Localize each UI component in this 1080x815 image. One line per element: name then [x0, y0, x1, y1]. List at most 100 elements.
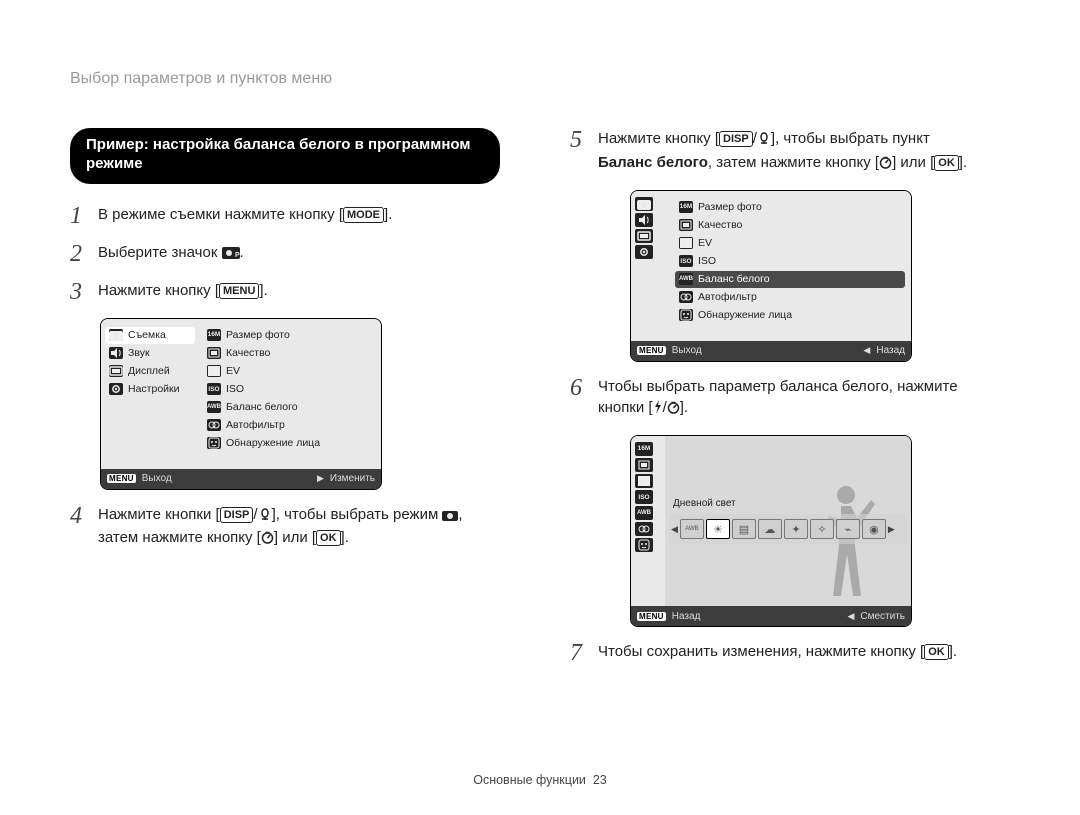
menu-item: Дисплей: [105, 363, 195, 380]
disp-button-glyph: DISP: [719, 131, 753, 147]
wb-option-tungsten-l: ✧: [810, 519, 834, 539]
footer-action: Назад: [876, 345, 905, 356]
face-icon: [679, 309, 693, 321]
step-num: 6: [570, 376, 598, 400]
menu-label: Съемка: [128, 329, 166, 342]
menu-label: Дисплей: [128, 365, 170, 378]
step-3: 3 Нажмите кнопку [MENU].: [70, 280, 500, 304]
16m-icon: 16M: [207, 329, 221, 341]
submenu-item: ± EV: [675, 235, 905, 252]
step-1: 1 В режиме съемки нажмите кнопку [MODE].: [70, 204, 500, 228]
quality-icon: [679, 219, 693, 231]
pill-line2: режиме: [86, 155, 143, 172]
wb-icon: AWB: [635, 506, 653, 520]
menu-label: Баланс белого: [226, 401, 298, 414]
filter-icon: [635, 522, 653, 536]
step-2: 2 Выберите значок P.: [70, 242, 500, 266]
wb-option-tungsten-h: ✦: [784, 519, 808, 539]
menu-label: Размер фото: [226, 329, 290, 342]
filter-icon: [679, 291, 693, 303]
menu-label: Качество: [226, 347, 270, 360]
menu-label: Звук: [128, 347, 150, 360]
ok-button-glyph: OK: [924, 644, 949, 660]
face-icon: [207, 437, 221, 449]
menu-label: ISO: [698, 255, 716, 268]
menu-item: Съемка: [105, 327, 195, 344]
camera-p-icon: P: [222, 244, 240, 266]
step-4: 4 Нажмите кнопки [DISP/], чтобы выбрать …: [70, 504, 500, 552]
wb-label: Дневной свет: [673, 498, 736, 509]
wb-option-cloud: ☁: [758, 519, 782, 539]
macro-icon: [757, 130, 771, 152]
step-num: 1: [70, 204, 98, 228]
step-body: Нажмите кнопку [DISP/], чтобы выбрать пу…: [598, 128, 1000, 176]
example-pill: Пример: настройка баланса белого в прогр…: [70, 128, 500, 184]
wb-icon: AWB: [679, 273, 693, 285]
step-body: Нажмите кнопки [DISP/], чтобы выбрать ре…: [98, 504, 500, 552]
footer-back: Назад: [672, 611, 701, 622]
footer-exit: Выход: [142, 473, 172, 484]
iso-icon: ISO: [207, 383, 221, 395]
ok-button-glyph: OK: [316, 530, 341, 546]
iso-icon: ISO: [635, 490, 653, 504]
submenu-item: 16M Размер фото: [203, 327, 375, 344]
menu-item: Настройки: [105, 381, 195, 398]
submenu-item: ISO ISO: [675, 253, 905, 270]
menu-label: Обнаружение лица: [226, 437, 320, 450]
ev-icon: ±: [207, 365, 221, 377]
lcd-footer: MENU Выход ▶ Изменить: [101, 469, 381, 489]
menu-chip: MENU: [637, 612, 666, 621]
face-icon: [635, 538, 653, 552]
timer-icon: [667, 399, 680, 421]
menu-chip: MENU: [107, 474, 136, 483]
right-arrow-icon: ▶: [317, 473, 324, 484]
disp-button-glyph: DISP: [220, 507, 254, 523]
menu-label: Качество: [698, 219, 742, 232]
right-arrow-icon: ▶: [888, 524, 895, 535]
wb-option-fluor: ⌁: [836, 519, 860, 539]
gear-icon: [635, 245, 653, 259]
submenu-item: Обнаружение лица: [203, 435, 375, 452]
display-icon: [109, 365, 123, 377]
ok-button-glyph: OK: [934, 155, 959, 171]
page-footer: Основные функции 23: [0, 773, 1080, 787]
flash-icon: [653, 399, 663, 421]
quality-icon: [207, 347, 221, 359]
timer-icon: [879, 154, 892, 176]
submenu-item: Автофильтр: [203, 417, 375, 434]
lcd-screenshot-3: 16M±ISOAWB Дневной свет ◀ AWB☀▤☁✦✧⌁◉▶ ME…: [630, 435, 912, 627]
menu-label: Размер фото: [698, 201, 762, 214]
submenu-item: ±EV: [203, 363, 375, 380]
left-arrow-icon: ◀: [847, 611, 854, 622]
step-body: Нажмите кнопку [MENU].: [98, 280, 500, 302]
footer-action: Сместить: [860, 611, 905, 622]
sound-icon: [109, 347, 123, 359]
running-head: Выбор параметров и пунктов меню: [70, 70, 1010, 88]
submenu-item: 16MРазмер фото: [675, 199, 905, 216]
submenu-item: Качество: [675, 217, 905, 234]
step-num: 4: [70, 504, 98, 528]
lcd-screenshot-2: 16MРазмер фотоКачество±EVISOISOAWBБаланс…: [630, 190, 912, 362]
menu-chip: MENU: [637, 346, 666, 355]
quality-icon: [635, 458, 653, 472]
step-body: В режиме съемки нажмите кнопку [MODE].: [98, 204, 500, 226]
menu-label: Автофильтр: [698, 291, 757, 304]
lcd-footer: MENU Назад ◀ Сместить: [631, 606, 911, 626]
menu-label: EV: [698, 237, 712, 250]
footer-section: Основные функции: [473, 773, 586, 787]
submenu-item: Обнаружение лица: [675, 307, 905, 324]
footer-page: 23: [593, 773, 607, 787]
display-icon: [635, 229, 653, 243]
step-body: Выберите значок P.: [98, 242, 500, 266]
step-5: 5 Нажмите кнопку [DISP/], чтобы выбрать …: [570, 128, 1000, 176]
step-num: 5: [570, 128, 598, 152]
mode-button-glyph: MODE: [343, 207, 384, 223]
iso-icon: ISO: [679, 255, 693, 267]
left-arrow-icon: ◀: [671, 524, 678, 535]
pill-line1: Пример: настройка баланса белого в прогр…: [86, 136, 470, 153]
menu-button-glyph: MENU: [219, 283, 259, 299]
svg-text:±: ±: [682, 241, 686, 248]
wb-option-custom: ◉: [862, 519, 886, 539]
menu-label: Автофильтр: [226, 419, 285, 432]
step-body: Чтобы выбрать параметр баланса белого, н…: [598, 376, 1000, 422]
